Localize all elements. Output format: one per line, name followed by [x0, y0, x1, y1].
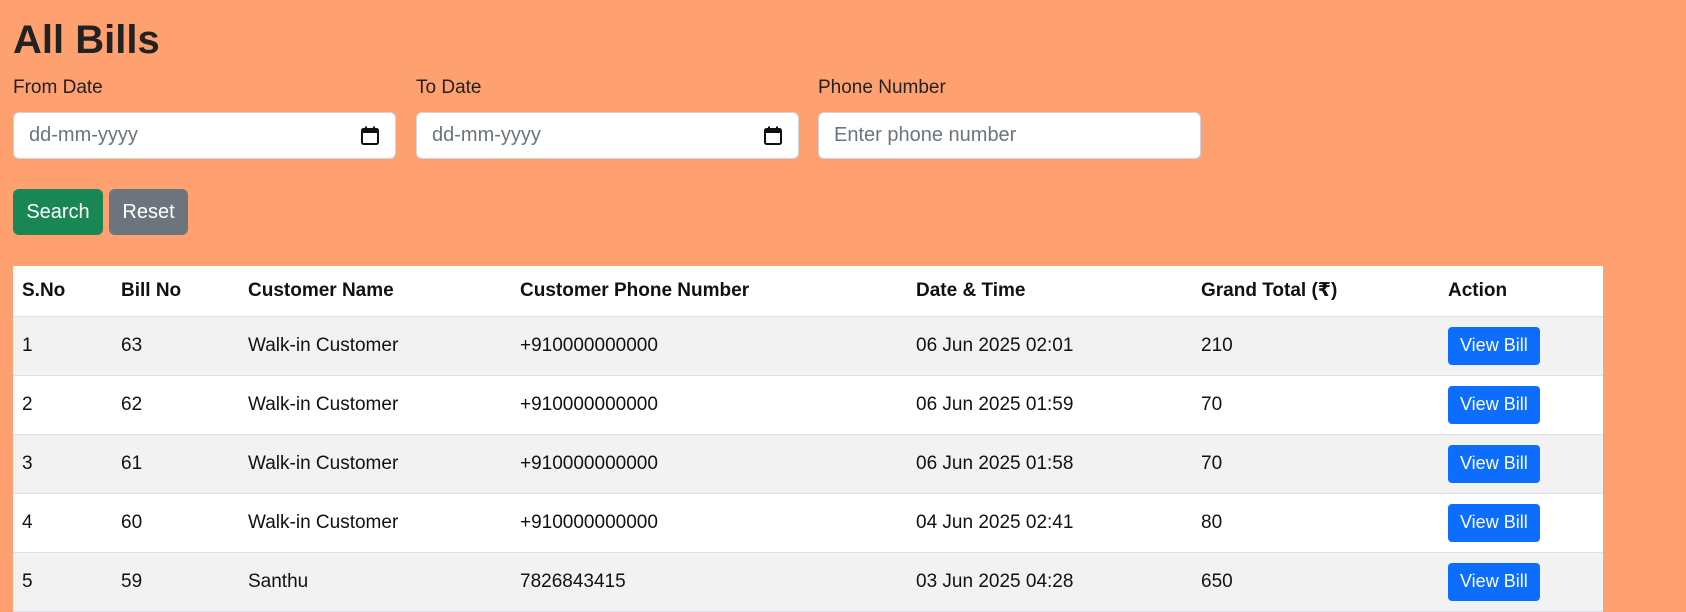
calendar-icon[interactable] [361, 126, 379, 145]
bill-no-cell: 59 [121, 570, 143, 592]
action-cell: View Bill [1439, 552, 1603, 611]
page-title: All Bills [13, 18, 160, 62]
action-cell: View Bill [1439, 316, 1603, 375]
column-header: Grand Total (₹) [1192, 266, 1439, 317]
customer-phone-cell: +910000000000 [520, 511, 658, 533]
to-date-field: To Date [416, 76, 799, 159]
sno-cell: 1 [22, 334, 33, 356]
from-date-text[interactable] [29, 124, 380, 147]
date-time-cell: 06 Jun 2025 02:01 [916, 334, 1074, 356]
phone-number-input[interactable] [818, 112, 1201, 159]
table-header-row: S.No Bill No Customer Name Customer Phon… [13, 266, 1603, 317]
to-date-text[interactable] [432, 124, 783, 147]
customer-name-cell: Walk-in Customer [248, 511, 399, 533]
to-date-input[interactable] [416, 112, 799, 159]
from-date-input[interactable] [13, 112, 396, 159]
customer-name-cell: Walk-in Customer [248, 452, 399, 474]
date-time-cell: 03 Jun 2025 04:28 [916, 570, 1074, 592]
sno-cell: 4 [22, 511, 33, 533]
table-row: 3 61 Walk-in Customer +910000000000 06 J… [13, 434, 1603, 493]
sno-cell: 5 [22, 570, 33, 592]
customer-phone-cell: 7826843415 [520, 570, 626, 592]
grand-total-cell: 650 [1201, 570, 1233, 592]
customer-name-cell: Walk-in Customer [248, 393, 399, 415]
customer-name-cell: Walk-in Customer [248, 334, 399, 356]
date-time-cell: 06 Jun 2025 01:59 [916, 393, 1074, 415]
action-cell: View Bill [1439, 434, 1603, 493]
view-bill-button[interactable]: View Bill [1448, 503, 1540, 542]
phone-number-label: Phone Number [818, 77, 946, 98]
phone-number-text[interactable] [834, 124, 1185, 147]
table-row: 4 60 Walk-in Customer +910000000000 04 J… [13, 493, 1603, 552]
bill-no-cell: 62 [121, 393, 143, 415]
bill-no-cell: 63 [121, 334, 143, 356]
date-time-cell: 06 Jun 2025 01:58 [916, 452, 1074, 474]
bills-table: S.No Bill No Customer Name Customer Phon… [13, 266, 1603, 612]
bill-no-cell: 61 [121, 452, 143, 474]
column-header: Customer Name [239, 266, 511, 317]
action-cell: View Bill [1439, 375, 1603, 434]
all-bills-page: All Bills From Date To Date Phone Nu [0, 0, 1686, 612]
from-date-label: From Date [13, 77, 103, 98]
calendar-icon[interactable] [764, 126, 782, 145]
sno-cell: 3 [22, 452, 33, 474]
bill-no-cell: 60 [121, 511, 143, 533]
table-row: 1 63 Walk-in Customer +910000000000 06 J… [13, 316, 1603, 375]
view-bill-button[interactable]: View Bill [1448, 562, 1540, 601]
grand-total-cell: 70 [1201, 393, 1223, 415]
action-cell: View Bill [1439, 493, 1603, 552]
customer-phone-cell: +910000000000 [520, 452, 658, 474]
column-header: Date & Time [907, 266, 1192, 317]
reset-button[interactable]: Reset [109, 189, 188, 235]
phone-number-field: Phone Number [818, 76, 1201, 159]
column-header: Customer Phone Number [511, 266, 907, 317]
from-date-field: From Date [13, 76, 396, 159]
view-bill-button[interactable]: View Bill [1448, 385, 1540, 424]
table-row: 2 62 Walk-in Customer +910000000000 06 J… [13, 375, 1603, 434]
column-header: S.No [13, 266, 112, 317]
search-button[interactable]: Search [13, 189, 103, 235]
view-bill-button[interactable]: View Bill [1448, 444, 1540, 483]
grand-total-cell: 70 [1201, 452, 1223, 474]
to-date-label: To Date [416, 77, 482, 98]
customer-name-cell: Santhu [248, 570, 309, 592]
customer-phone-cell: +910000000000 [520, 393, 658, 415]
grand-total-cell: 210 [1201, 334, 1233, 356]
sno-cell: 2 [22, 393, 33, 415]
view-bill-button[interactable]: View Bill [1448, 326, 1540, 365]
table-row: 5 59 Santhu 7826843415 03 Jun 2025 04:28… [13, 552, 1603, 611]
date-time-cell: 04 Jun 2025 02:41 [916, 511, 1074, 533]
column-header: Action [1439, 266, 1603, 317]
grand-total-cell: 80 [1201, 511, 1223, 533]
customer-phone-cell: +910000000000 [520, 334, 658, 356]
column-header: Bill No [112, 266, 239, 317]
